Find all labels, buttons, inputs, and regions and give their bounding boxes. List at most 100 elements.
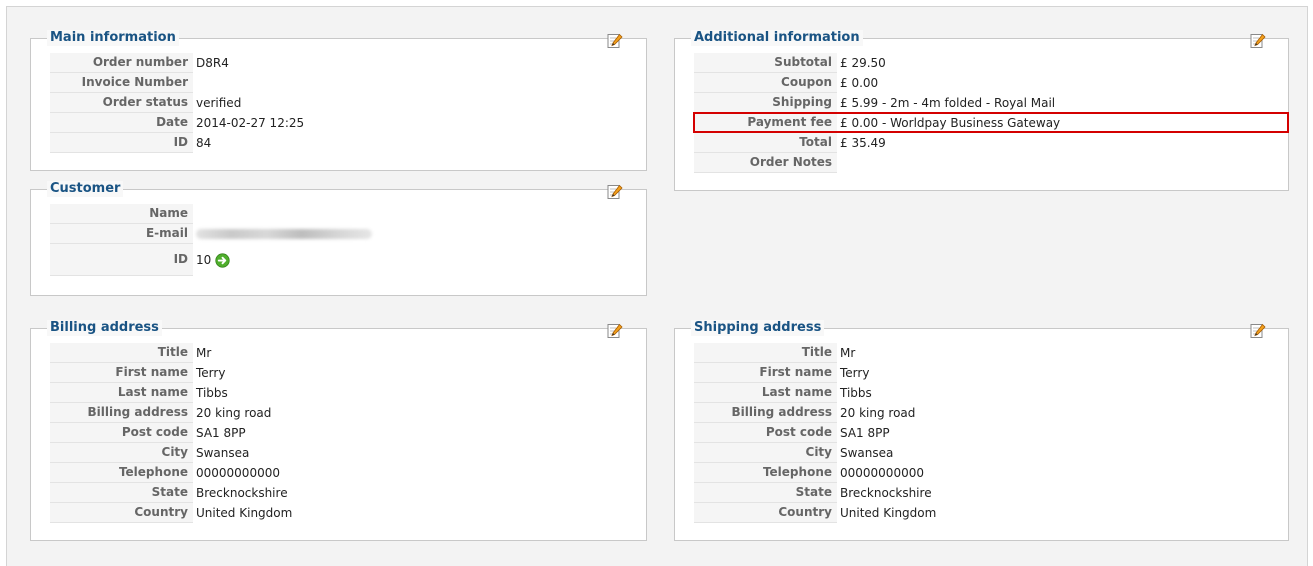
shipping-state-value: Brecknockshire [840,485,932,500]
table-row: E-mail [50,224,372,244]
table-row: Country United Kingdom [50,503,292,523]
table-row: State Brecknockshire [50,483,292,503]
table-row: Invoice Number [50,73,304,93]
edit-pencil-icon[interactable] [1250,33,1266,49]
table-row: City Swansea [694,443,936,463]
invoice-number-value [193,73,304,93]
billing-city-label: City [50,443,193,463]
subtotal-label: Subtotal [694,53,837,73]
order-number-value: D8R4 [196,55,229,70]
customer-id-value: 10 [196,252,212,267]
table-row: ID 10 [50,244,372,276]
table-row: Billing address 20 king road [694,403,936,423]
additional-information-table: Subtotal £ 29.50 Coupon £ 0.00 Shipping £ 5… [694,53,1060,173]
billing-address-label: Billing address [50,403,193,423]
shipping-telephone-value: 00000000000 [840,465,924,480]
shipping-country-value: United Kingdom [840,505,937,520]
main-information-title: Main information [47,30,179,46]
billing-telephone-label: Telephone [50,463,193,483]
table-row: Last name Tibbs [694,383,936,403]
main-information-section: Main information Order number D8R4 Invoic… [30,30,647,171]
billing-address-title: Billing address [47,320,162,336]
table-row: Date 2014-02-27 12:25 [50,113,304,133]
table-row: Post code SA1 8PP [50,423,292,443]
table-row: First name Terry [50,363,292,383]
main-information-table: Order number D8R4 Invoice Number Order st… [50,53,304,153]
billing-address-value: 20 king road [196,405,272,420]
shipping-city-value: Swansea [840,445,894,460]
table-row: City Swansea [50,443,292,463]
shipping-address-table: Title Mr First name Terry Last name Tibbs B… [694,343,936,523]
billing-first-name-value: Terry [196,365,226,380]
billing-address-table: Title Mr First name Terry Last name Tibbs B… [50,343,292,523]
shipping-address-title: Shipping address [691,320,825,336]
billing-post-code-label: Post code [50,423,193,443]
table-row: First name Terry [694,363,936,383]
shipping-city-label: City [694,443,837,463]
table-row: State Brecknockshire [694,483,936,503]
shipping-state-label: State [694,483,837,503]
shipping-billing-address-label: Billing address [694,403,837,423]
customer-name-value [193,204,372,224]
total-value: £ 35.49 [840,135,886,150]
billing-country-label: Country [50,503,193,523]
table-row: Total £ 35.49 [694,133,1060,153]
edit-pencil-icon[interactable] [1250,323,1266,339]
additional-information-title: Additional information [691,30,863,46]
table-row: Coupon £ 0.00 [694,73,1060,93]
table-row: Name [50,204,372,224]
billing-title-value: Mr [196,345,212,360]
customer-title: Customer [47,181,124,197]
shipping-first-name-label: First name [694,363,837,383]
billing-country-value: United Kingdom [196,505,293,520]
table-row: Post code SA1 8PP [694,423,936,443]
table-row: Payment fee £ 0.00 - Worldpay Business Ga… [694,113,1060,133]
shipping-label: Shipping [694,93,837,113]
shipping-first-name-value: Terry [840,365,870,380]
subtotal-value: £ 29.50 [840,55,886,70]
table-row: Shipping £ 5.99 - 2m - 4m folded - Royal … [694,93,1060,113]
order-details-panel: Main information Order number D8R4 Invoic… [6,6,1308,566]
shipping-address-section: Shipping address Title Mr First name Terry… [674,320,1289,541]
table-row: Title Mr [50,343,292,363]
id-label: ID [50,133,193,153]
coupon-value: £ 0.00 [840,75,879,90]
billing-address-section: Billing address Title Mr First name Terry … [30,320,647,541]
billing-last-name-label: Last name [50,383,193,403]
billing-state-label: State [50,483,193,503]
billing-telephone-value: 00000000000 [196,465,280,480]
shipping-last-name-value: Tibbs [840,385,872,400]
shipping-title-value: Mr [840,345,856,360]
go-arrow-icon[interactable] [215,253,230,268]
table-row: Country United Kingdom [694,503,936,523]
shipping-billing-address-value: 20 king road [840,405,916,420]
customer-table: Name E-mail ID 10 [50,204,372,276]
customer-email-label: E-mail [50,224,193,244]
order-notes-value [837,153,1060,173]
payment-fee-value: £ 0.00 - Worldpay Business Gateway [840,115,1061,130]
table-row: ID 84 [50,133,304,153]
date-label: Date [50,113,193,133]
shipping-title-label: Title [694,343,837,363]
payment-fee-label: Payment fee [694,113,837,133]
customer-id-label: ID [50,244,193,276]
billing-post-code-value: SA1 8PP [196,425,246,440]
billing-state-value: Brecknockshire [196,485,288,500]
billing-title-label: Title [50,343,193,363]
table-row: Telephone 00000000000 [50,463,292,483]
table-row: Subtotal £ 29.50 [694,53,1060,73]
table-row: Billing address 20 king road [50,403,292,423]
table-row: Telephone 00000000000 [694,463,936,483]
edit-pencil-icon[interactable] [607,323,623,339]
edit-pencil-icon[interactable] [607,33,623,49]
date-value: 2014-02-27 12:25 [196,115,305,130]
order-status-value: verified [196,95,242,110]
shipping-post-code-value: SA1 8PP [840,425,890,440]
redacted-email [196,229,372,239]
table-row: Title Mr [694,343,936,363]
billing-city-value: Swansea [196,445,250,460]
customer-section: Customer Name E-mail ID 10 [30,181,647,296]
additional-information-section: Additional information Subtotal £ 29.50 C… [674,30,1289,191]
shipping-country-label: Country [694,503,837,523]
edit-pencil-icon[interactable] [607,184,623,200]
